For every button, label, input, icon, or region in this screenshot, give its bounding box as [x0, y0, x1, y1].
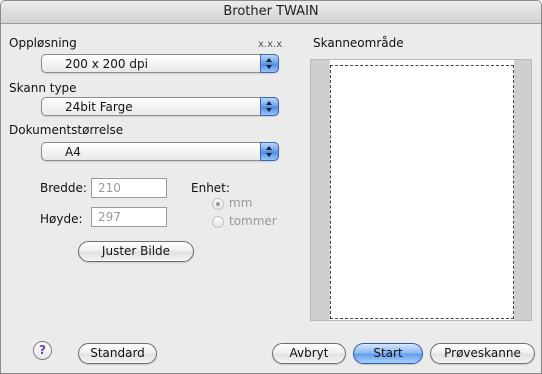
unit-tommer-radio[interactable] [212, 216, 224, 228]
width-label: Bredde: [40, 181, 87, 195]
adjust-image-button[interactable]: Juster Bilde [78, 241, 194, 262]
document-size-label: Dokumentstørrelse [9, 123, 124, 137]
unit-label: Enhet: [191, 181, 230, 195]
scan-selection-marquee[interactable] [330, 65, 514, 319]
document-size-value: A4 [65, 145, 81, 159]
version-label: x.x.x [258, 39, 283, 50]
popup-arrows-icon [260, 142, 279, 161]
scan-type-label: Skann type [9, 81, 77, 95]
height-label: Høyde: [40, 212, 83, 226]
scan-area-label: Skanneområde [313, 36, 404, 50]
popup-arrows-icon [260, 54, 279, 73]
preview-scan-button[interactable]: Prøveskanne [430, 343, 535, 364]
width-field[interactable]: 210 [91, 178, 167, 198]
cancel-button[interactable]: Avbryt [272, 343, 346, 364]
resolution-popup[interactable]: 200 x 200 dpi [41, 54, 279, 73]
help-icon[interactable]: ? [33, 341, 52, 360]
window-title: Brother TWAIN [1, 1, 541, 24]
popup-arrows-icon [260, 97, 279, 116]
standard-button[interactable]: Standard [78, 343, 157, 364]
unit-mm-label: mm [229, 196, 253, 210]
brother-twain-window: Brother TWAIN Oppløsning x.x.x 200 x 200… [0, 0, 542, 374]
scan-type-value: 24bit Farge [65, 100, 133, 114]
document-size-popup[interactable]: A4 [41, 142, 279, 161]
unit-mm-radio[interactable] [212, 198, 224, 210]
resolution-label: Oppløsning [9, 36, 77, 50]
scan-area-preview[interactable] [310, 59, 532, 321]
height-field[interactable]: 297 [91, 207, 167, 227]
unit-tommer-label: tommer [229, 214, 277, 228]
scan-type-popup[interactable]: 24bit Farge [41, 97, 279, 116]
start-button[interactable]: Start [353, 343, 423, 364]
resolution-value: 200 x 200 dpi [65, 57, 148, 71]
